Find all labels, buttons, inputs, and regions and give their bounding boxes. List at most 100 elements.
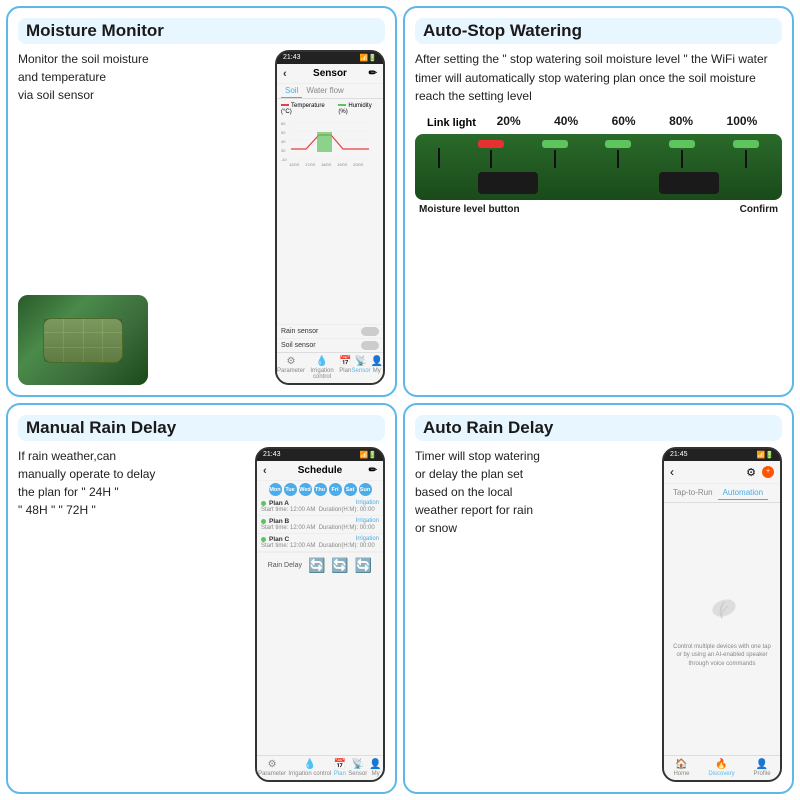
- schedule-nav: ⚙ Parameter 💧 Irrigation control 📅 Plan: [257, 755, 383, 780]
- nav-parameter[interactable]: ⚙ Parameter: [277, 356, 305, 380]
- rain-delay-48h-icon[interactable]: 🔄: [331, 557, 348, 574]
- irrigation-icon: 💧: [316, 356, 328, 367]
- sensor-stick-4: [681, 150, 683, 168]
- svg-text:60: 60: [281, 121, 286, 126]
- moisture-monitor-card: Moisture Monitor Monitor the soil moistu…: [6, 6, 397, 397]
- moisture-60[interactable]: [605, 140, 631, 148]
- dow-sun[interactable]: Sun: [359, 483, 372, 496]
- schedule-plan-icon: 📅: [334, 759, 346, 770]
- gear-icon[interactable]: ⚙: [746, 466, 756, 479]
- rain-sensor-toggle[interactable]: [361, 327, 379, 336]
- back-arrow-icon[interactable]: ‹: [283, 68, 287, 80]
- schedule-content: Mon Tue Wed Thu Fri Sat Sun Plan A Irrig…: [257, 481, 383, 755]
- soil-sensor-toggle[interactable]: [361, 341, 379, 350]
- status-time: 21:43: [283, 54, 301, 62]
- my-icon: 👤: [371, 356, 383, 367]
- rain-delay-row: Rain Delay 🔄 🔄 🔄: [257, 552, 383, 578]
- rain-sensor-row: Rain sensor: [277, 324, 383, 338]
- plan-icon: 📅: [339, 356, 351, 367]
- auto-rain-title: Auto Rain Delay: [415, 415, 782, 441]
- rain-delay-24h-icon[interactable]: 🔄: [308, 557, 325, 574]
- sensor-stick-5: [745, 150, 747, 168]
- nav-irrigation-label: Irrigation control: [305, 368, 339, 380]
- svg-text:-10: -10: [281, 157, 288, 162]
- add-badge[interactable]: +: [762, 466, 774, 478]
- sensor-chart-area: Temperature (°C) Humidity (%) 60 50 40 3…: [277, 99, 383, 324]
- rain-delay-72h-icon[interactable]: 🔄: [355, 557, 372, 574]
- legend-temp: Temperature (°C): [281, 103, 332, 115]
- schedule-sensor-icon: 📡: [351, 759, 363, 770]
- plan-c-time: Start time: 12:00 AM Duration(H:M): 00:0…: [261, 543, 379, 549]
- svg-text:40: 40: [281, 139, 286, 144]
- schedule-nav-irrigation[interactable]: 💧 Irrigation control: [288, 759, 331, 777]
- plan-a-time: Start time: 12:00 AM Duration(H:M): 00:0…: [261, 507, 379, 513]
- auto-rain-body: Timer will stop watering or delay the pl…: [415, 447, 782, 782]
- green-pill-3: [605, 140, 631, 168]
- moisture-monitor-title: Moisture Monitor: [18, 18, 385, 44]
- green-pill-4: [669, 140, 695, 168]
- schedule-nav-sensor[interactable]: 📡 Sensor: [348, 759, 367, 777]
- schedule-back-icon[interactable]: ‹: [263, 465, 267, 477]
- plan-c-name: Plan C: [261, 536, 289, 543]
- schedule-nav-param[interactable]: ⚙ Parameter: [258, 759, 286, 777]
- auto-rain-card: Auto Rain Delay Timer will stop watering…: [403, 403, 794, 794]
- moisture-40[interactable]: [542, 140, 568, 148]
- tab-soil[interactable]: Soil: [281, 84, 302, 98]
- plan-b: Plan B Irrigation Start time: 12:00 AM D…: [257, 516, 383, 534]
- pct-20: 20%: [497, 114, 521, 128]
- automation-tab[interactable]: Automation: [718, 486, 768, 500]
- soil-sensor-image: [18, 295, 148, 385]
- nav-my[interactable]: 👤 My: [371, 356, 383, 380]
- schedule-screen: ‹ Schedule ✏ Mon Tue Wed Thu Fri Sat Sun: [257, 461, 383, 780]
- pct-labels: 20% 40% 60% 80% 100%: [476, 114, 778, 128]
- schedule-nav-plan[interactable]: 📅 Plan: [334, 759, 346, 777]
- sensor-chart-svg: 60 50 40 30 -10: [281, 117, 369, 167]
- svg-text:12/03: 12/03: [289, 162, 300, 167]
- dow-sat[interactable]: Sat: [344, 483, 357, 496]
- auto-nav-discovery[interactable]: 🔥 Discovery: [708, 759, 734, 777]
- dow-mon[interactable]: Mon: [269, 483, 282, 496]
- home-icon: 🏠: [675, 759, 687, 770]
- tab-water-flow[interactable]: Water flow: [302, 84, 348, 98]
- red-moisture-indicator[interactable]: [478, 140, 504, 148]
- auto-nav-home[interactable]: 🏠 Home: [673, 759, 689, 777]
- dow-fri[interactable]: Fri: [329, 483, 342, 496]
- plan-b-header: Plan B Irrigation: [261, 518, 379, 525]
- auto-rain-nav: 🏠 Home 🔥 Discovery 👤 Profile: [664, 755, 780, 780]
- tap-to-run-tab[interactable]: Tap-to-Run: [668, 486, 718, 500]
- edit-icon[interactable]: ✏: [369, 68, 377, 79]
- auto-rain-screen: ‹ ⚙ + Tap-to-Run Automation: [664, 461, 780, 780]
- auto-rain-back-icon[interactable]: ‹: [670, 465, 674, 479]
- manual-rain-card: Manual Rain Delay If rain weather,can ma…: [6, 403, 397, 794]
- phone-screen: ‹ Sensor ✏ Soil Water flow Temperature (…: [277, 64, 383, 383]
- schedule-edit-icon[interactable]: ✏: [369, 465, 377, 476]
- dow-thu[interactable]: Thu: [314, 483, 327, 496]
- sensor-tabs: Soil Water flow: [277, 84, 383, 99]
- discovery-icon: 🔥: [715, 759, 727, 770]
- manual-rain-description: If rain weather,can manually operate to …: [18, 447, 249, 782]
- plan-a-header: Plan A Irrigation: [261, 500, 379, 507]
- phone-status-bar: 21:43 📶🔋: [277, 52, 383, 64]
- nav-parameter-label: Parameter: [277, 368, 305, 374]
- dow-tue[interactable]: Tue: [284, 483, 297, 496]
- schedule-title: Schedule: [298, 465, 342, 476]
- schedule-irrigation-icon: 💧: [304, 759, 316, 770]
- plan-a-name: Plan A: [261, 500, 289, 507]
- nav-plan[interactable]: 📅 Plan: [339, 356, 351, 380]
- auto-nav-profile[interactable]: 👤 Profile: [754, 759, 771, 777]
- black-pad-1: [478, 172, 538, 194]
- bottom-labels: Moisture level button Confirm: [415, 204, 782, 215]
- pct-80: 80%: [669, 114, 693, 128]
- auto-stop-card: Auto-Stop Watering After setting the " s…: [403, 6, 794, 397]
- plan-c-type: Irrigation: [356, 536, 379, 543]
- auto-content: Control multiple devices with one tap or…: [664, 503, 780, 755]
- schedule-nav-sensor-label: Sensor: [348, 771, 367, 777]
- moisture-100[interactable]: [733, 140, 759, 148]
- moisture-80[interactable]: [669, 140, 695, 148]
- nav-sensor[interactable]: 📡 Sensor: [352, 356, 371, 380]
- green-pill-5: [733, 140, 759, 168]
- schedule-nav-my[interactable]: 👤 My: [369, 759, 381, 777]
- nav-irrigation[interactable]: 💧 Irrigation control: [305, 356, 339, 380]
- dow-wed[interactable]: Wed: [299, 483, 312, 496]
- plan-b-name: Plan B: [261, 518, 289, 525]
